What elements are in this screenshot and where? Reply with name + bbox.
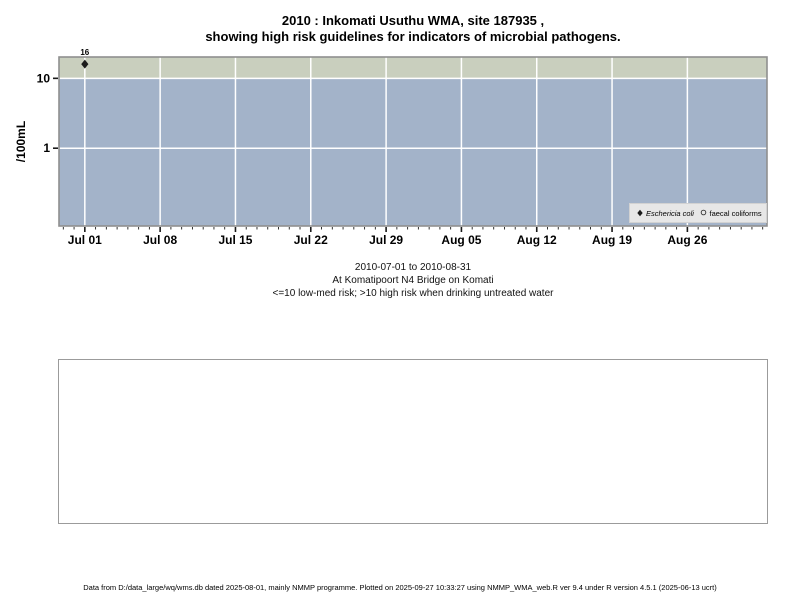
x-axis-tick-label: Jul 22 — [294, 233, 328, 247]
y-axis-tick-label: 1 — [43, 141, 50, 155]
x-axis-tick-label: Jul 08 — [143, 233, 177, 247]
y-axis-tick-label: 10 — [37, 71, 51, 85]
caption-date-range: 2010-07-01 to 2010-08-31 — [13, 261, 800, 274]
secondary-plot-placeholder — [58, 359, 768, 524]
x-axis-tick-label: Aug 05 — [441, 233, 481, 247]
r-plot-page: { "title": { "line1": "2010 : Inkomati U… — [0, 0, 800, 600]
chart-caption: 2010-07-01 to 2010-08-31 At Komatipoort … — [13, 261, 800, 300]
x-axis-tick-label: Jul 01 — [68, 233, 102, 247]
plot-area — [59, 57, 767, 226]
band-high-risk-zone — [59, 57, 767, 78]
x-axis-tick-label: Jul 29 — [369, 233, 403, 247]
y-axis-label: /100mL — [14, 121, 28, 162]
x-axis-tick-label: Aug 12 — [517, 233, 557, 247]
caption-site-description: At Komatipoort N4 Bridge on Komati — [13, 274, 800, 287]
data-point-label: 16 — [80, 48, 89, 57]
legend-series-label: faecal coliforms — [710, 209, 762, 218]
footer-provenance-text: Data from D:/data_large/wq/wms.db dated … — [0, 583, 800, 592]
legend-series-label: Eschericia coli — [646, 209, 694, 218]
x-axis-tick-label: Aug 19 — [592, 233, 632, 247]
caption-risk-guideline: <=10 low-med risk; >10 high risk when dr… — [13, 287, 800, 300]
x-axis-tick-label: Aug 26 — [667, 233, 707, 247]
x-axis-tick-label: Jul 15 — [218, 233, 252, 247]
chart-canvas: 16 Jul 01 Jul 08 Jul 15 Jul 22 Jul 29 Aug 05 Au… — [0, 0, 800, 255]
